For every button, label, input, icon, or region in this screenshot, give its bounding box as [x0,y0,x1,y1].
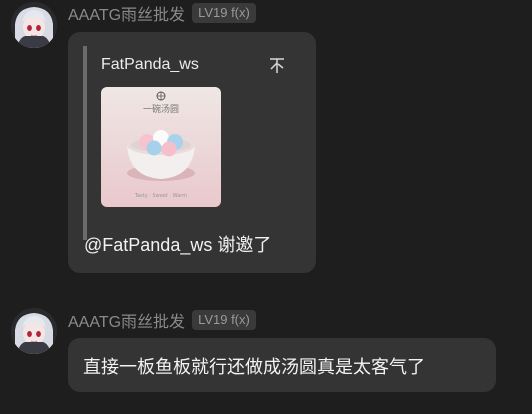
sender-avatar[interactable] [11,2,57,48]
message-text: 直接一板鱼板就行还做成汤圆真是太客气了 [83,357,425,377]
level-badge: LV19 f(x) [192,3,256,23]
message-bubble[interactable]: 直接一板鱼板就行还做成汤圆真是太客气了 [68,338,496,392]
quote-author: FatPanda_ws [101,56,199,73]
sender-avatar[interactable] [11,308,57,354]
message-text: @FatPanda_ws 谢邀了 [84,235,272,255]
image-bottom-text: Tasty · Sweet · Warm [134,193,187,199]
message-meta: AAATG雨丝批发 LV19 f(x) [68,309,256,331]
quoted-image[interactable]: 一碗汤圆 Tasty · Sweet · Warm [101,87,221,207]
collapse-quote-icon[interactable] [267,55,287,75]
anime-avatar-icon [11,308,57,354]
level-badge: LV19 f(x) [192,310,256,330]
quoted-message[interactable]: FatPanda_ws 一碗汤圆 Tasty · Sweet · Warm [83,46,297,240]
anime-avatar-icon [11,2,57,48]
message-bubble[interactable]: FatPanda_ws 一碗汤圆 Tasty · Sweet · Warm @F… [68,32,316,273]
message-meta: AAATG雨丝批发 LV19 f(x) [68,2,256,24]
sender-name[interactable]: AAATG雨丝批发 [68,308,185,332]
sender-name[interactable]: AAATG雨丝批发 [68,1,185,25]
image-caption: 一碗汤圆 [143,103,179,115]
chat-window: AAATG雨丝批发 LV19 f(x) FatPanda_ws 一碗汤圆 Tas… [0,0,532,414]
